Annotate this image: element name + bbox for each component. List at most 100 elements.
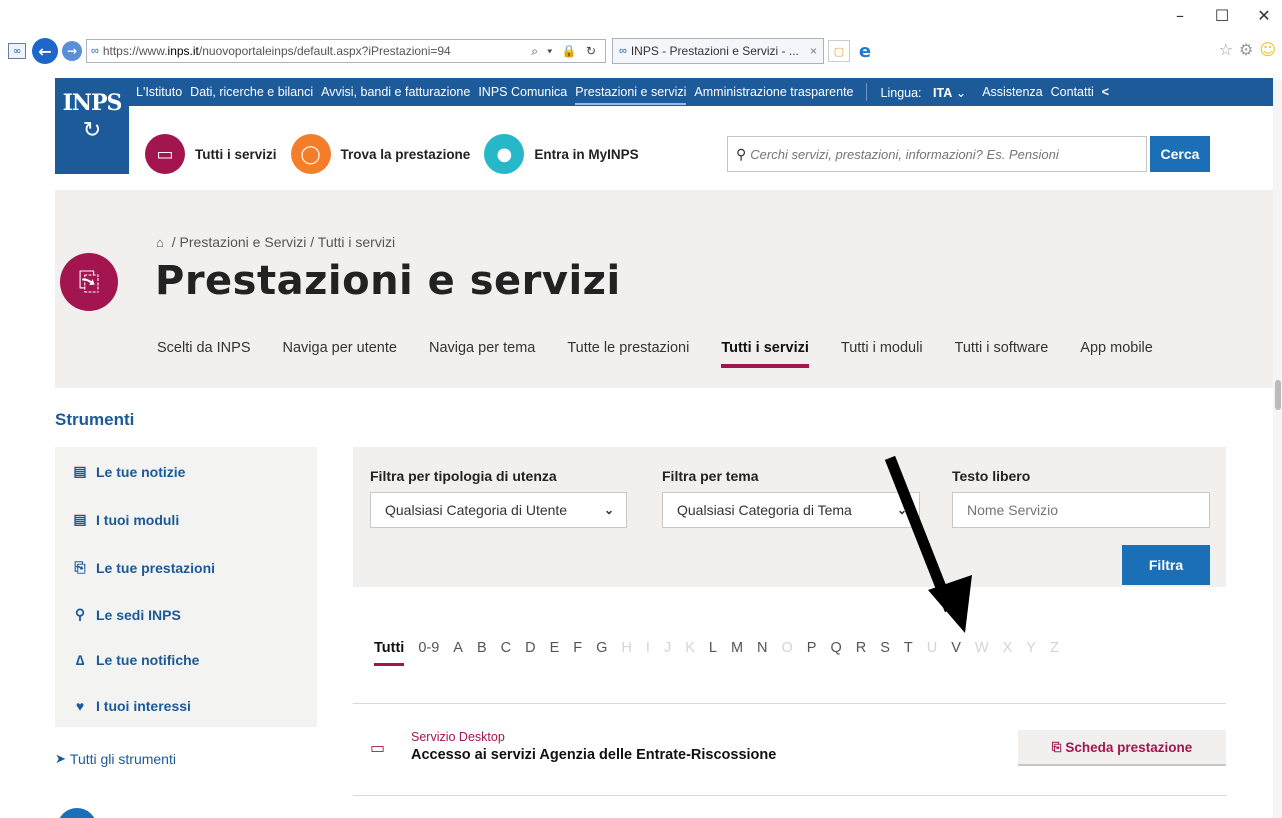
map-pin-icon: ⚲ [74, 606, 86, 622]
address-tools-icons[interactable]: ⌕ ▾ 🔒 ↻ [531, 44, 599, 59]
tab-close-icon[interactable]: × [810, 44, 817, 58]
alphabet-letter-o: O [781, 640, 793, 656]
sidebar-title: Strumenti [55, 410, 135, 429]
tab-tema[interactable]: Naviga per tema [429, 340, 535, 356]
tab-scelti[interactable]: Scelti da INPS [157, 340, 251, 356]
alphabet-letter-t[interactable]: T [904, 640, 913, 656]
alphabet-letter-m[interactable]: M [731, 640, 743, 656]
quick-links: ▭ Tutti i servizi ◯ Trova la prestazione… [145, 134, 653, 174]
alphabet-letter-0-9[interactable]: 0-9 [418, 640, 439, 656]
minimize-button[interactable]: – [1170, 6, 1190, 25]
alphabet-letter-tutti[interactable]: Tutti [374, 640, 405, 666]
breadcrumb-current: Tutti i servizi [317, 234, 396, 250]
topnav-trasparente[interactable]: Amministrazione trasparente [694, 85, 853, 99]
tab-app-mobile[interactable]: App mobile [1080, 340, 1153, 356]
tab-software[interactable]: Tutti i software [955, 340, 1049, 356]
alphabet-letter-j: J [663, 640, 672, 656]
alphabet-letter-q[interactable]: Q [830, 640, 841, 656]
logo-text: INPS [62, 90, 123, 116]
browser-tab[interactable]: ∞ INPS - Prestazioni e Servizi - ... × [612, 38, 824, 64]
sidebar-item-notizie[interactable]: ▤ Le tue notizie [70, 463, 185, 480]
scroll-thumb[interactable] [1275, 380, 1281, 410]
sidebar-item-label: I tuoi moduli [96, 511, 180, 528]
all-tools-link[interactable]: ➤ Tutti gli strumenti [55, 751, 176, 767]
laptop-icon: ▭ [370, 738, 386, 757]
topnav-prestazioni[interactable]: Prestazioni e servizi [575, 79, 687, 105]
topnav-istituto[interactable]: L'Istituto [136, 85, 182, 99]
tab-title: INPS - Prestazioni e Servizi - ... [630, 44, 799, 58]
topnav-dati[interactable]: Dati, ricerche e bilanci [190, 85, 313, 99]
tab-moduli[interactable]: Tutti i moduli [841, 340, 923, 356]
address-bar[interactable]: ∞ https://www. inps.it/nuovoportaleinps/d… [86, 39, 606, 63]
filter-utenza-value: Qualsiasi Categoria di Utente [385, 502, 568, 518]
filtra-button[interactable]: Filtra [1122, 545, 1210, 585]
alphabet-letter-s[interactable]: S [880, 640, 890, 656]
chevron-down-icon: ⌄ [603, 503, 614, 517]
topnav-avvisi[interactable]: Avvisi, bandi e fatturazione [321, 85, 470, 99]
lightbulb-icon: ◯ [290, 134, 331, 174]
ie-logo-icon: e [858, 40, 872, 62]
alphabet-letter-g[interactable]: G [596, 640, 607, 656]
alphabet-letter-b[interactable]: B [477, 640, 487, 656]
annotation-arrow-icon [884, 455, 972, 633]
filter-utenza-select[interactable]: Qualsiasi Categoria di Utente ⌄ [370, 492, 627, 528]
alphabet-letter-n[interactable]: N [757, 640, 767, 656]
sidebar-item-label: Le tue notizie [96, 463, 186, 480]
home-icon[interactable]: ⌂ [156, 235, 164, 250]
alphabet-letter-d[interactable]: D [525, 640, 535, 656]
sidebar-item-sedi[interactable]: ⚲ Le sedi INPS [70, 606, 181, 623]
scrollbar[interactable] [1273, 80, 1282, 818]
alphabet-letter-y: Y [1026, 640, 1036, 656]
inps-logo[interactable]: INPS ↻ [55, 78, 129, 174]
forward-icon[interactable]: → [62, 41, 82, 61]
divider [353, 703, 1226, 704]
browser-right-tools: ☆ ⚙ ☺ [1219, 40, 1276, 59]
sidebar-item-prestazioni[interactable]: ⎘ Le tue prestazioni [70, 559, 215, 576]
quick-link-label: Trova la prestazione [340, 146, 471, 162]
breadcrumb-item[interactable]: Prestazioni e Servizi [180, 234, 307, 250]
quick-link-trova-prestazione[interactable]: ◯ Trova la prestazione [290, 134, 471, 174]
new-tab-icon[interactable]: ▢ [828, 40, 850, 62]
alphabet-letter-l[interactable]: L [709, 640, 717, 656]
topnav-contatti[interactable]: Contatti [1051, 85, 1094, 99]
url-path: /nuovoportaleinps/default.aspx?iPrestazi… [198, 44, 451, 58]
search-input[interactable] [750, 146, 1131, 162]
sidebar-item-moduli[interactable]: ▤ I tuoi moduli [70, 511, 179, 528]
scheda-button-label: Scheda prestazione [1065, 739, 1193, 755]
sidebar-item-interessi[interactable]: ♥ I tuoi interessi [70, 698, 191, 714]
share-icon[interactable]: < [1102, 85, 1109, 99]
filter-tema-label: Filtra per tema [662, 468, 759, 484]
alphabet-letter-x: X [1002, 640, 1013, 656]
inps-favicon-icon: ∞ [8, 43, 26, 59]
filter-testo-input[interactable] [952, 492, 1210, 528]
alphabet-letter-r[interactable]: R [856, 640, 866, 656]
close-window-button[interactable]: ✕ [1254, 6, 1274, 25]
alphabet-letter-p[interactable]: P [807, 640, 817, 656]
scheda-prestazione-button[interactable]: ⎘ Scheda prestazione [1018, 730, 1226, 766]
document-icon: ▤ [73, 511, 87, 527]
site-search: ⚲ [727, 136, 1147, 172]
settings-gear-icon[interactable]: ⚙ [1239, 40, 1253, 59]
lingua-selector[interactable]: Lingua: ITA ⌄ [881, 85, 975, 100]
alphabet-letter-v[interactable]: V [951, 640, 961, 656]
tab-prestazioni[interactable]: Tutte le prestazioni [567, 340, 689, 356]
favorites-star-icon[interactable]: ☆ [1219, 40, 1233, 59]
tab-utente[interactable]: Naviga per utente [283, 340, 397, 356]
alphabet-letter-f[interactable]: F [573, 640, 582, 656]
quick-link-label: Entra in MyINPS [534, 146, 639, 162]
alphabet-letter-a[interactable]: A [453, 640, 463, 656]
topnav-comunica[interactable]: INPS Comunica [478, 85, 567, 99]
service-name[interactable]: Accesso ai servizi Agenzia delle Entrate… [411, 747, 776, 763]
section-tabs: Scelti da INPS Naviga per utente Naviga … [157, 340, 1185, 368]
maximize-button[interactable]: ☐ [1212, 6, 1232, 25]
quick-link-tutti-servizi[interactable]: ▭ Tutti i servizi [145, 134, 277, 174]
tab-servizi[interactable]: Tutti i servizi [721, 340, 809, 368]
search-button[interactable]: Cerca [1150, 136, 1210, 172]
topnav-assistenza[interactable]: Assistenza [982, 85, 1042, 99]
alphabet-letter-c[interactable]: C [501, 640, 511, 656]
quick-link-myinps[interactable]: ● Entra in MyINPS [484, 134, 639, 174]
alphabet-letter-e[interactable]: E [550, 640, 560, 656]
back-icon[interactable]: ← [32, 38, 58, 64]
sidebar-item-notifiche[interactable]: ∆ Le tue notifiche [70, 652, 200, 668]
feedback-smiley-icon[interactable]: ☺ [1259, 40, 1276, 59]
